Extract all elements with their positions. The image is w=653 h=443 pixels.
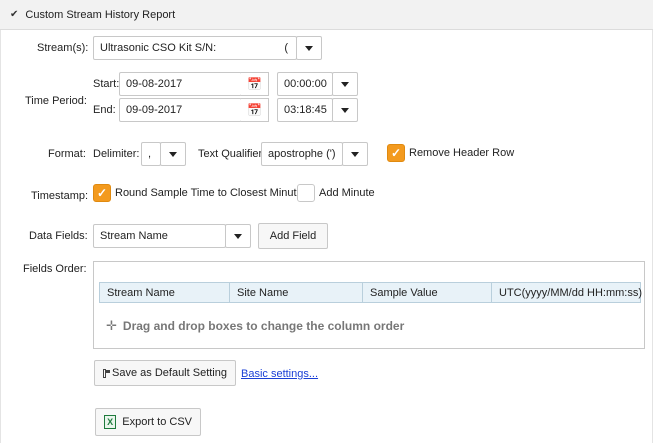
text-qualifier-value: apostrophe (') — [268, 148, 336, 160]
start-label: Start: — [93, 78, 120, 90]
start-calendar-button[interactable]: 📅 — [241, 72, 269, 96]
check-icon: ✓ — [390, 146, 402, 160]
calendar-icon: 📅 — [247, 77, 262, 91]
stream-dropdown-button[interactable] — [296, 36, 322, 60]
caret-down-icon — [341, 107, 349, 113]
column-box-stream-name[interactable]: Stream Name — [99, 282, 230, 303]
floppy-disk-icon — [103, 368, 111, 378]
export-csv-label: Export to CSV — [122, 416, 192, 428]
remove-header-label: Remove Header Row — [409, 147, 515, 159]
round-sample-time-checkbox[interactable]: ✓ — [93, 184, 111, 202]
check-icon: ✓ — [96, 186, 108, 200]
end-date-value: 09-09-2017 — [126, 104, 183, 116]
end-time-input[interactable]: 03:18:45 — [277, 98, 333, 122]
start-date-value: 09-08-2017 — [126, 78, 183, 90]
start-time-dropdown[interactable] — [332, 72, 358, 96]
move-icon: ✛ — [106, 318, 117, 333]
column-box-sample-value[interactable]: Sample Value — [362, 282, 492, 303]
stream-extra: ( — [284, 42, 288, 54]
round-sample-time-label: Round Sample Time to Closest Minute — [115, 187, 303, 199]
time-period-label: Time Period: — [25, 95, 87, 107]
data-field-value: Stream Name — [100, 230, 168, 242]
format-label: Format: — [48, 148, 86, 160]
text-qualifier-select[interactable]: apostrophe (') — [261, 142, 343, 166]
delimiter-dropdown[interactable] — [160, 142, 186, 166]
column-box-utc[interactable]: UTC(yyyy/MM/dd HH:mm:ss) — [491, 282, 642, 303]
caret-down-icon — [234, 233, 242, 239]
add-field-button[interactable]: Add Field — [258, 223, 328, 249]
end-time-value: 03:18:45 — [284, 104, 327, 116]
excel-icon: X — [104, 415, 117, 429]
stream-value: Ultrasonic CSO Kit S/N: — [100, 42, 217, 54]
stream-label: Stream(s): — [37, 42, 89, 54]
start-time-value: 00:00:00 — [284, 78, 327, 90]
panel-header[interactable]: ✔︎ Custom Stream History Report — [0, 0, 653, 30]
timestamp-label: Timestamp: — [31, 190, 89, 202]
report-form: Stream(s): Ultrasonic CSO Kit S/N: ( Tim… — [0, 30, 653, 443]
fields-order-box: Stream Name Site Name Sample Value UTC(y… — [93, 261, 645, 349]
save-default-button[interactable]: Save as Default Setting — [94, 360, 236, 386]
delimiter-label: Delimiter: — [93, 148, 140, 160]
add-minute-checkbox[interactable] — [297, 184, 315, 202]
panel-title: Custom Stream History Report — [25, 8, 176, 21]
data-field-select[interactable]: Stream Name — [93, 224, 226, 248]
caret-down-icon — [351, 151, 359, 157]
caret-down-icon — [305, 45, 313, 51]
delimiter-value: , — [148, 148, 152, 160]
data-fields-label: Data Fields: — [29, 230, 88, 242]
drag-drop-hint: ✛ Drag and drop boxes to change the colu… — [106, 318, 404, 334]
save-default-label: Save as Default Setting — [112, 367, 227, 379]
caret-down-icon — [341, 81, 349, 87]
delimiter-select[interactable]: , — [141, 142, 161, 166]
basic-settings-link[interactable]: Basic settings... — [241, 368, 318, 380]
column-row: Stream Name Site Name Sample Value UTC(y… — [99, 282, 642, 303]
calendar-icon: 📅 — [247, 103, 262, 117]
column-box-site-name[interactable]: Site Name — [229, 282, 363, 303]
stream-select[interactable]: Ultrasonic CSO Kit S/N: ( — [93, 36, 297, 60]
start-date-input[interactable]: 09-08-2017 — [119, 72, 242, 96]
add-minute-label: Add Minute — [319, 187, 375, 199]
caret-down-icon — [169, 151, 177, 157]
text-qualifier-label: Text Qualifier: — [198, 148, 266, 160]
text-qualifier-dropdown[interactable] — [342, 142, 368, 166]
chevron-down-icon[interactable]: ✔︎ — [10, 9, 18, 20]
data-field-dropdown[interactable] — [225, 224, 251, 248]
start-time-input[interactable]: 00:00:00 — [277, 72, 333, 96]
export-csv-button[interactable]: X Export to CSV — [95, 408, 201, 436]
remove-header-checkbox[interactable]: ✓ — [387, 144, 405, 162]
end-date-input[interactable]: 09-09-2017 — [119, 98, 242, 122]
end-calendar-button[interactable]: 📅 — [241, 98, 269, 122]
drag-drop-hint-text: Drag and drop boxes to change the column… — [122, 319, 405, 333]
end-time-dropdown[interactable] — [332, 98, 358, 122]
fields-order-label: Fields Order: — [23, 263, 87, 275]
end-label: End: — [93, 104, 116, 116]
